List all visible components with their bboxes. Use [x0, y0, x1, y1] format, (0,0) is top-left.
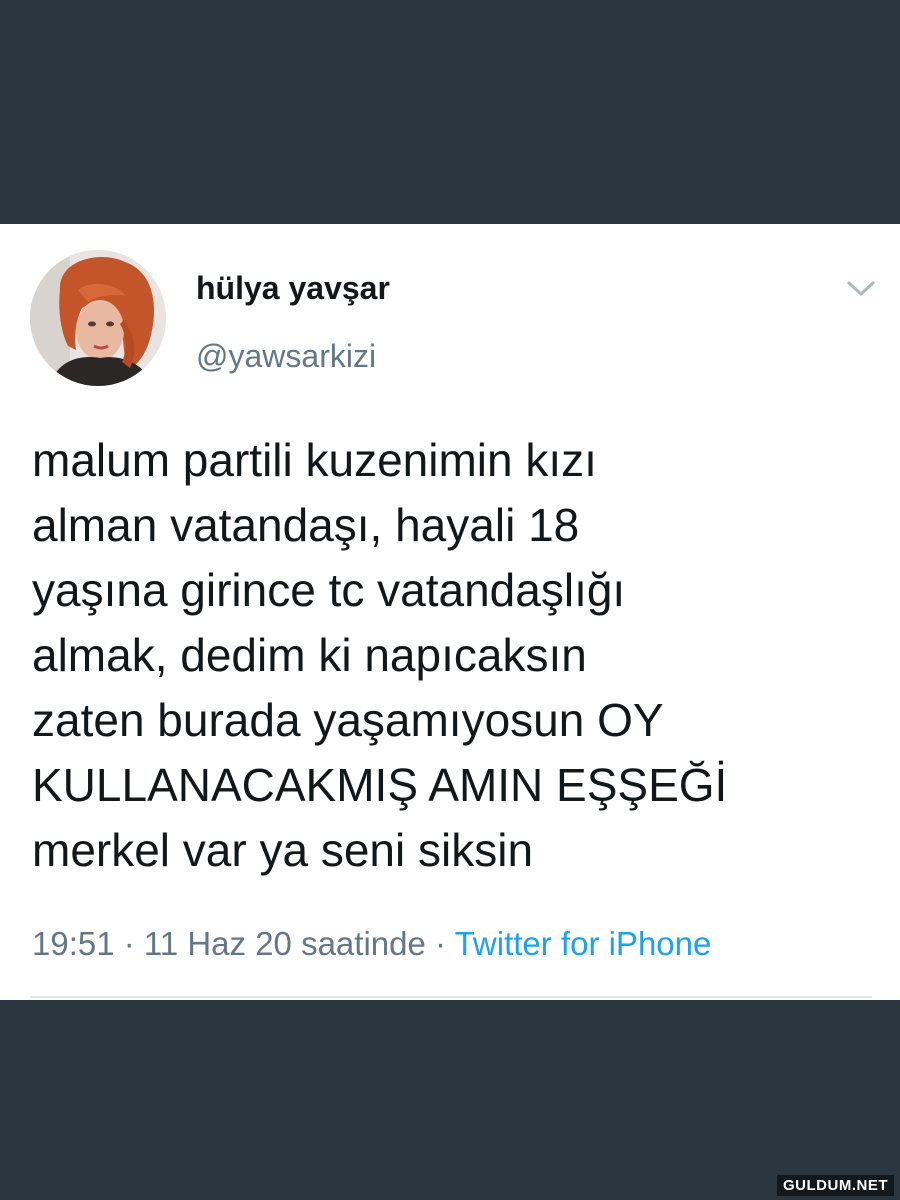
tweet-text-line: alman vatandaşı, hayali 18	[32, 499, 580, 551]
tweet-text: malum partili kuzenimin kızı alman vatan…	[32, 428, 872, 883]
tweet-text-line: merkel var ya seni siksin	[32, 824, 534, 876]
tweet-text-line: almak, dedim ki napıcaksın	[32, 629, 587, 681]
bottom-background-band	[0, 1000, 900, 1200]
author-handle[interactable]: @yawsarkizi	[196, 336, 376, 376]
top-background-band	[0, 0, 900, 224]
tweet-date[interactable]: 11 Haz 20 saatinde	[144, 925, 426, 962]
tweet-text-line: yaşına girince tc vatandaşlığı	[32, 564, 626, 616]
avatar[interactable]	[30, 250, 166, 386]
divider	[30, 996, 872, 998]
tweet-source-link[interactable]: Twitter for iPhone	[455, 925, 712, 962]
tweet-text-line: malum partili kuzenimin kızı	[32, 434, 597, 486]
meta-separator: ·	[425, 925, 455, 962]
tweet-text-line: zaten burada yaşamıyosun OY	[32, 694, 664, 746]
chevron-down-icon[interactable]	[842, 274, 880, 302]
author-display-name[interactable]: hülya yavşar	[196, 268, 390, 308]
meta-separator: ·	[114, 925, 144, 962]
avatar-image	[30, 250, 166, 386]
site-watermark: GULDUM.NET	[777, 1175, 894, 1196]
tweet-meta: 19:51 · 11 Haz 20 saatinde · Twitter for…	[32, 924, 711, 964]
tweet-card: hülya yavşar @yawsarkizi malum partili k…	[0, 224, 900, 1000]
tweet-text-line: KULLANACAKMIŞ AMIN EŞŞEĞİ	[32, 759, 728, 811]
screenshot-page: hülya yavşar @yawsarkizi malum partili k…	[0, 0, 900, 1200]
tweet-time[interactable]: 19:51	[32, 925, 115, 962]
